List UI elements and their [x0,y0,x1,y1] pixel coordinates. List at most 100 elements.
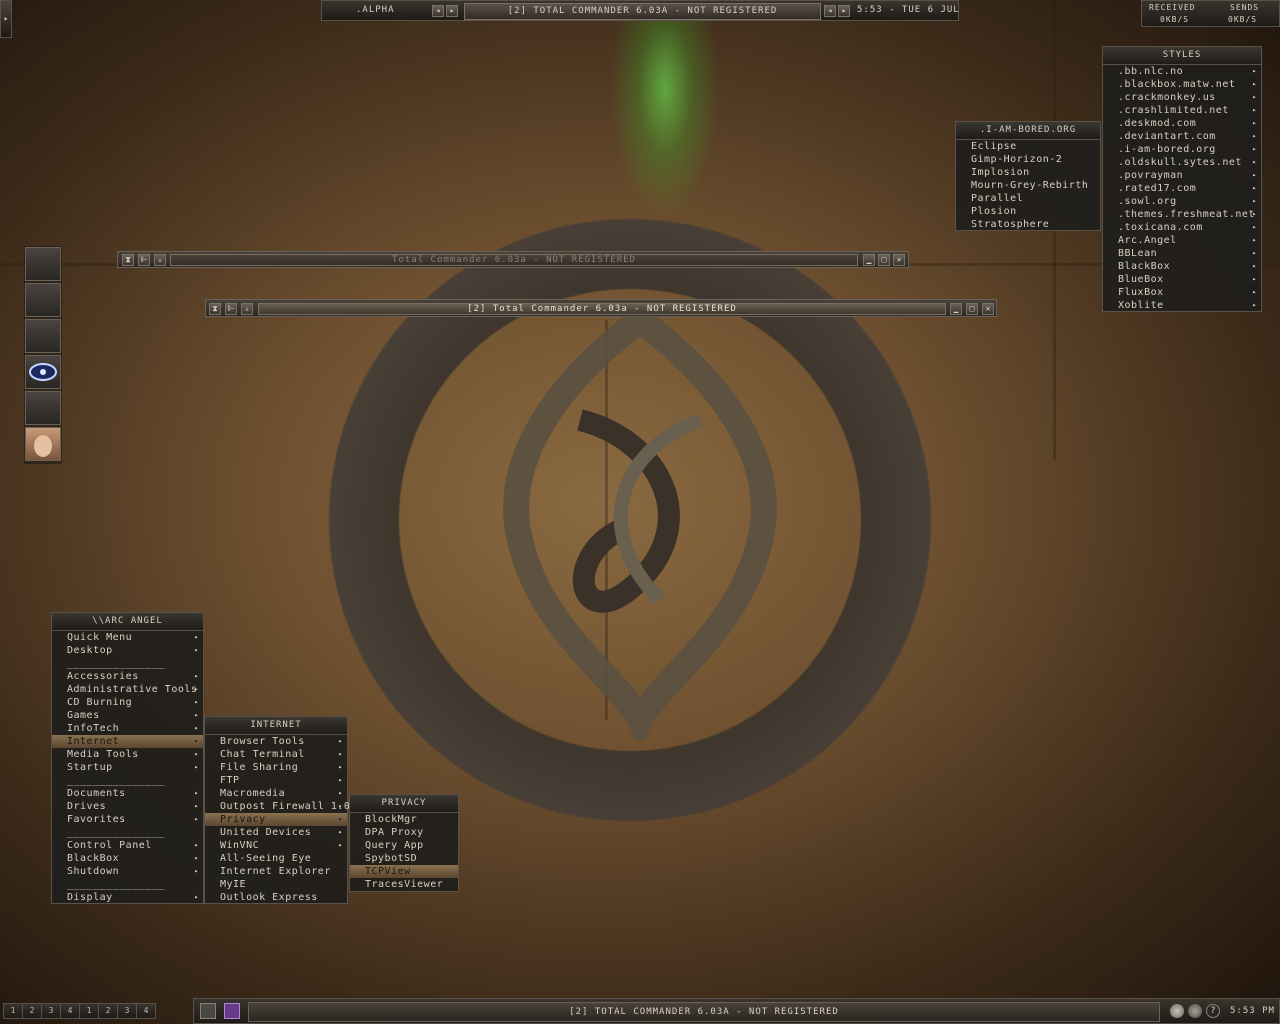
internet-item[interactable]: United Devices ▸ [205,826,347,839]
internet-item[interactable]: Chat Terminal ▸ [205,748,347,761]
back-window-shade-button[interactable]: ⧗ [122,254,134,266]
privacy-item[interactable]: TCPView [350,865,458,878]
save-disk-icon[interactable] [200,1003,216,1019]
privacy-item[interactable]: DPA Proxy [350,826,458,839]
workspace-button[interactable]: 2 [98,1003,118,1019]
styles-item[interactable]: .sowl.org ▸ [1103,195,1261,208]
styles-item[interactable]: .povrayman ▸ [1103,169,1261,182]
main-menu-item[interactable]: Media Tools ▸ [52,748,203,761]
styles-item[interactable]: .crashlimited.net ▸ [1103,104,1261,117]
internet-item[interactable]: Outlook Express [205,891,347,904]
front-window-title[interactable]: [2] Total Commander 6.03a - NOT REGISTER… [258,303,946,315]
privacy-item[interactable]: BlockMgr [350,813,458,826]
main-menu-item[interactable]: Desktop ▸ [52,644,203,657]
back-window-title[interactable]: Total Commander 6.03a - NOT REGISTERED [170,254,858,266]
dock-slot-1[interactable] [25,247,61,281]
internet-item[interactable]: Privacy ▸ [205,813,347,826]
styles-item[interactable]: .deviantart.com ▸ [1103,130,1261,143]
styles-item[interactable]: Arc.Angel ▸ [1103,234,1261,247]
workspace-label[interactable]: .ALPHA [356,5,395,15]
back-window-menu-button[interactable]: ⊩ [138,254,150,266]
internet-item[interactable]: Macromedia ▸ [205,787,347,800]
workspace-button[interactable]: 1 [79,1003,99,1019]
main-menu-item[interactable]: Drives ▸ [52,800,203,813]
iamb-item[interactable]: Gimp-Horizon-2 [956,153,1100,166]
internet-item[interactable]: FTP ▸ [205,774,347,787]
front-window-maximize-button[interactable]: □ [966,303,978,315]
styles-item[interactable]: .bb.nlc.no ▸ [1103,65,1261,78]
window-prev-button[interactable]: ◂ [824,5,836,17]
main-menu-item[interactable]: Documents ▸ [52,787,203,800]
front-window-close-button[interactable]: ✕ [982,303,994,315]
styles-item[interactable]: .oldskull.sytes.net ▸ [1103,156,1261,169]
tray-globe-icon[interactable] [1170,1004,1184,1018]
back-window-maximize-button[interactable]: □ [878,254,890,266]
styles-item[interactable]: Xoblite ▸ [1103,299,1261,312]
iamb-item[interactable]: Stratosphere [956,218,1100,231]
styles-item[interactable]: .blackbox.matw.net ▸ [1103,78,1261,91]
iamb-item[interactable]: Implosion [956,166,1100,179]
styles-item[interactable]: FluxBox ▸ [1103,286,1261,299]
styles-item[interactable]: .themes.freshmeat.net ▸ [1103,208,1261,221]
styles-item[interactable]: BlackBox ▸ [1103,260,1261,273]
internet-item[interactable]: WinVNC ▸ [205,839,347,852]
iamb-item[interactable]: Mourn-Grey-Rebirth [956,179,1100,192]
workspace-prev-button[interactable]: ◂ [432,5,444,17]
tray-help-icon[interactable]: ? [1206,1004,1220,1018]
front-window-menu-button[interactable]: ⊩ [225,303,237,315]
main-menu-item[interactable]: CD Burning ▸ [52,696,203,709]
main-menu-item[interactable]: Administrative Tools ▸ [52,683,203,696]
main-menu-item[interactable]: InfoTech ▸ [52,722,203,735]
front-window-shade-button[interactable]: ⧗ [209,303,221,315]
styles-item[interactable]: BBLean ▸ [1103,247,1261,260]
back-window-close-button[interactable]: ✕ [893,254,905,266]
main-menu-item[interactable]: Display ▸ [52,891,203,904]
workspace-button[interactable]: 2 [22,1003,42,1019]
internet-item[interactable]: File Sharing ▸ [205,761,347,774]
main-menu-item[interactable]: Accessories ▸ [52,670,203,683]
front-window[interactable]: ⧗ ⊩ ▵ [2] Total Commander 6.03a - NOT RE… [205,299,997,317]
dock-avatar-icon[interactable] [25,427,61,461]
workspace-button[interactable]: 1 [3,1003,23,1019]
workspace-button[interactable]: 3 [117,1003,137,1019]
main-menu-item[interactable]: Quick Menu ▸ [52,631,203,644]
styles-item[interactable]: .i-am-bored.org ▸ [1103,143,1261,156]
back-window-minimize-button[interactable]: ▁ [863,254,875,266]
privacy-item[interactable]: TracesViewer [350,878,458,891]
left-edge-arrow[interactable]: ▸ [0,0,12,38]
front-window-minimize-button[interactable]: ▁ [950,303,962,315]
dock-slot-5[interactable] [25,391,61,425]
workspace-next-button[interactable]: ▸ [446,5,458,17]
taskbar-task[interactable]: [2] TOTAL COMMANDER 6.03A - NOT REGISTER… [248,1002,1160,1022]
main-menu-item[interactable]: Internet ▸ [52,735,203,748]
workspace-button[interactable]: 4 [60,1003,80,1019]
internet-item[interactable]: Internet Explorer [205,865,347,878]
main-menu-item[interactable]: Control Panel ▸ [52,839,203,852]
styles-item[interactable]: .deskmod.com ▸ [1103,117,1261,130]
tray-link-icon[interactable] [1188,1004,1202,1018]
styles-item[interactable]: .rated17.com ▸ [1103,182,1261,195]
iamb-item[interactable]: Plosion [956,205,1100,218]
internet-item[interactable]: MyIE [205,878,347,891]
dock-slot-3[interactable] [25,319,61,353]
dock-neverwinter-icon[interactable] [25,355,61,389]
front-window-up-button[interactable]: ▵ [241,303,253,315]
styles-item[interactable]: .toxicana.com ▸ [1103,221,1261,234]
main-menu-item[interactable]: Shutdown ▸ [52,865,203,878]
main-menu-item[interactable]: Games ▸ [52,709,203,722]
main-menu-item[interactable]: Favorites ▸ [52,813,203,826]
internet-item[interactable]: Browser Tools ▸ [205,735,347,748]
styles-item[interactable]: BlueBox ▸ [1103,273,1261,286]
window-next-button[interactable]: ▸ [838,5,850,17]
privacy-item[interactable]: SpybotSD [350,852,458,865]
back-window-up-button[interactable]: ▵ [154,254,166,266]
back-window[interactable]: ⧗ ⊩ ▵ Total Commander 6.03a - NOT REGIST… [117,251,909,268]
styles-item[interactable]: .crackmonkey.us ▸ [1103,91,1261,104]
workspace-button[interactable]: 4 [136,1003,156,1019]
iamb-item[interactable]: Eclipse [956,140,1100,153]
main-menu-item[interactable]: BlackBox ▸ [52,852,203,865]
floppy-icon[interactable] [224,1003,240,1019]
internet-item[interactable]: All-Seeing Eye [205,852,347,865]
top-window-title[interactable]: [2] TOTAL COMMANDER 6.03A - NOT REGISTER… [464,3,821,20]
main-menu-item[interactable]: Startup ▸ [52,761,203,774]
